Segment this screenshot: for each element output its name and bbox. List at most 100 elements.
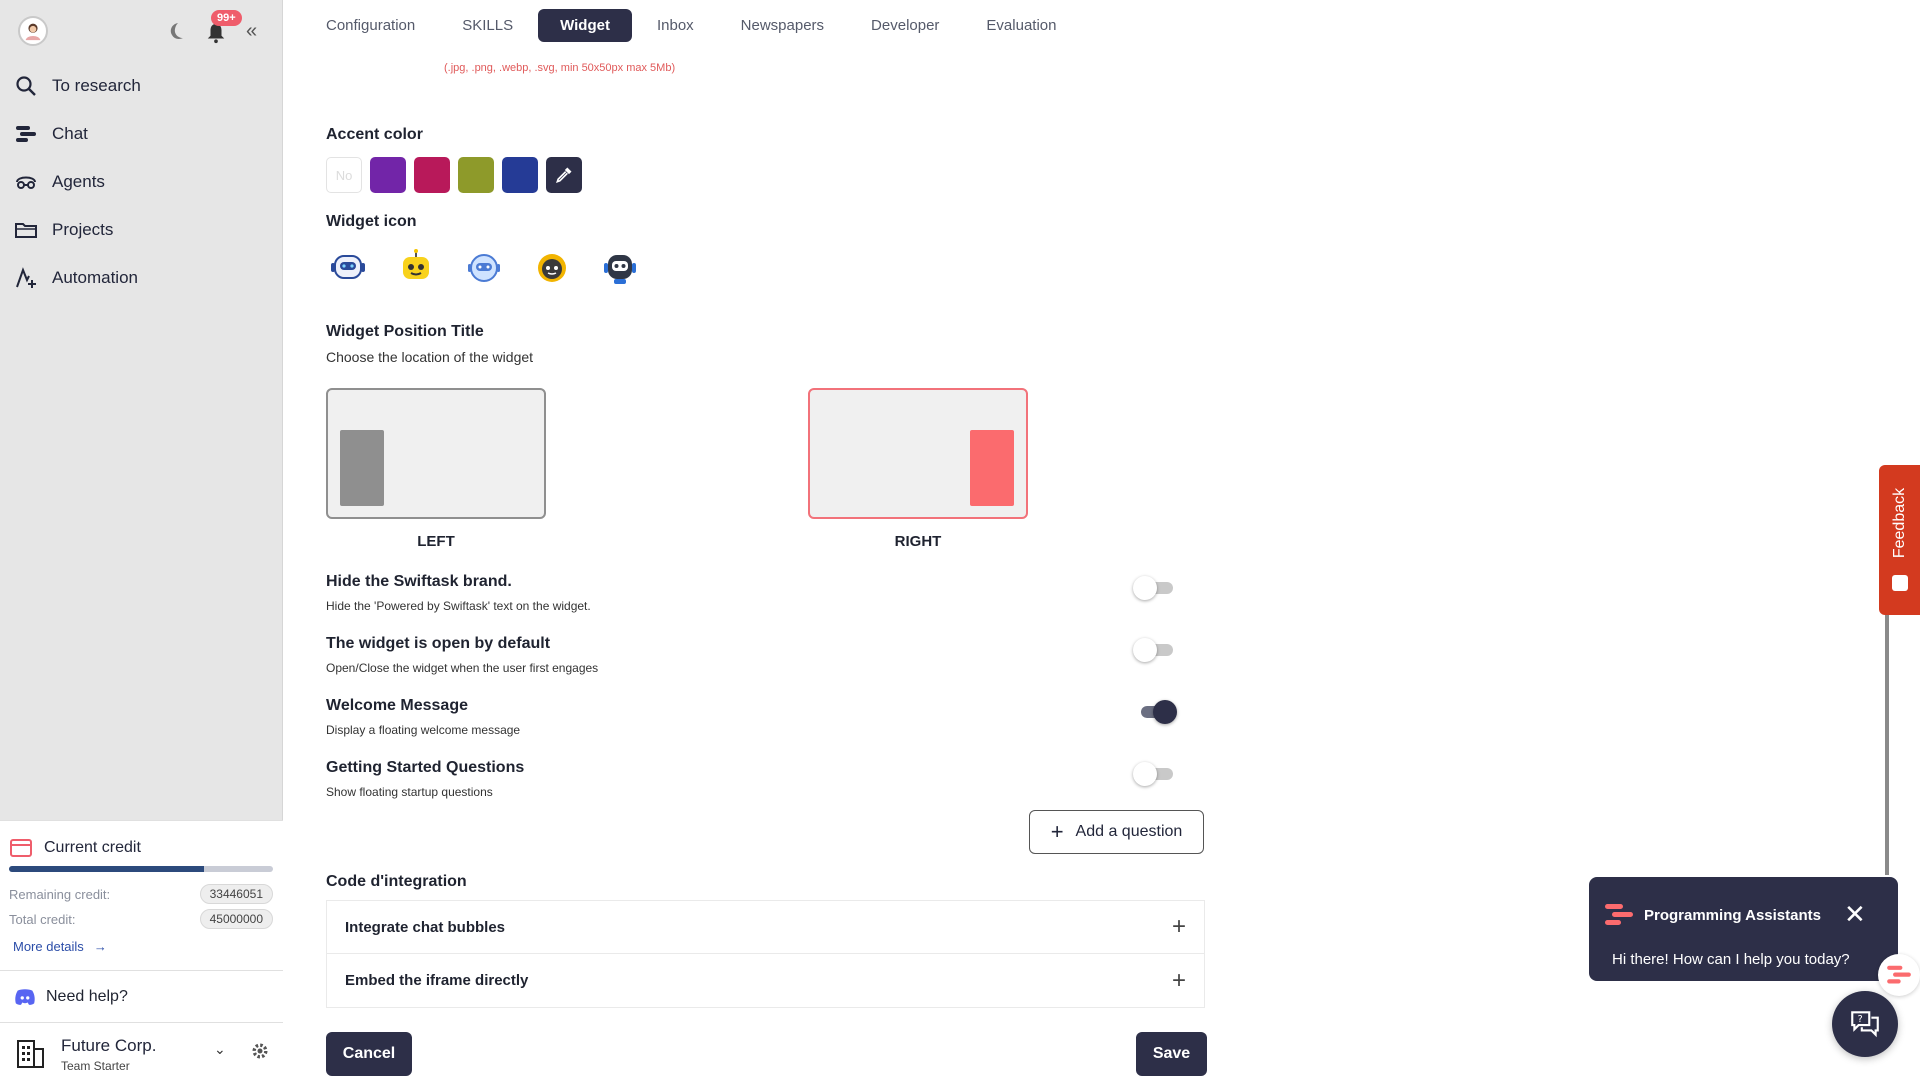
robot-gold-icon[interactable] [530,248,574,288]
automation-icon [16,267,36,288]
widget-icon-title: Widget icon [326,213,417,230]
swiftask-logo-icon [1887,965,1911,984]
position-left-option[interactable] [326,388,546,519]
sidebar-item-automation[interactable]: Automation [14,254,269,302]
robot-headset-icon[interactable] [326,248,370,288]
feedback-tab[interactable]: Feedback [1879,465,1920,615]
widget-position-title: Widget Position Title [326,323,484,340]
open-by-default-title: The widget is open by default [326,635,551,652]
chat-launcher-button[interactable]: ? [1832,991,1898,1057]
welcome-message-toggle[interactable] [1133,700,1177,724]
collapse-sidebar-icon[interactable]: « [246,20,257,43]
welcome-message-description: Display a floating welcome message [326,723,521,737]
hide-brand-toggle[interactable] [1133,576,1177,600]
need-help-link[interactable]: Need help? [0,970,283,1022]
tab-evaluation[interactable]: Evaluation [964,9,1078,42]
folder-icon [15,223,37,238]
sidebar-item-research[interactable]: To research [14,62,269,110]
feedback-icon [1892,575,1908,591]
accent-swatch-none[interactable]: No [326,157,362,193]
dark-mode-icon[interactable] [163,20,187,44]
sidebar-item-label: Chat [52,124,88,143]
chat-icon [16,126,36,142]
sidebar-item-chat[interactable]: Chat [14,110,269,158]
robot-yellow-icon[interactable] [394,248,438,288]
widget-position-subtitle: Choose the location of the widget [326,349,534,365]
eyedropper-icon [556,167,572,183]
position-right-option[interactable] [808,388,1028,519]
expand-plus-icon: + [1171,966,1186,994]
notification-badge: 99+ [211,10,242,26]
save-button[interactable]: Save [1136,1032,1207,1076]
accent-swatch-crimson[interactable] [414,157,450,193]
tab-developer[interactable]: Developer [849,9,961,42]
position-right-label: RIGHT [894,533,942,550]
sidebar-item-label: Projects [52,220,114,239]
tab-inbox[interactable]: Inbox [635,9,716,42]
accent-color-swatches: No [326,157,590,193]
color-picker-button[interactable] [546,157,582,193]
cancel-button[interactable]: Cancel [326,1032,412,1076]
tab-newspapers[interactable]: Newspapers [719,9,846,42]
total-credit-row: Total credit: 45000000 [9,909,273,929]
robot-dark-icon[interactable] [598,248,642,288]
sidebar-item-label: To research [52,76,141,95]
sidebar-nav: To research Chat Agents Projects Automat… [14,62,269,302]
discord-icon [15,988,35,1005]
sidebar-header: 99+ « [18,10,268,48]
robot-blue-icon[interactable] [462,248,506,288]
position-left-preview [340,430,384,506]
credit-progress-bar [9,866,273,872]
remaining-credit-row: Remaining credit: 33446051 [9,884,273,904]
expand-plus-icon: + [1171,913,1186,940]
user-avatar-icon [25,23,41,41]
user-avatar[interactable] [18,16,48,46]
accordion-item-iframe[interactable]: Embed the iframe directly + [327,954,1204,1007]
open-by-default-description: Open/Close the widget when the user firs… [326,661,599,675]
tab-skills[interactable]: SKILLS [440,9,535,42]
total-credit-value: 45000000 [199,909,273,929]
sidebar-item-label: Agents [52,172,105,191]
getting-started-toggle[interactable] [1133,762,1177,786]
chevron-down-icon[interactable]: ⌄ [214,1041,226,1058]
organization-switcher[interactable]: Future Corp. Team Starter ⌄ [0,1022,283,1080]
file-format-hint: (.jpg, .png, .webp, .svg, min 50x50px ma… [444,62,676,74]
swiftask-logo-icon [1605,904,1633,925]
credit-card-icon [10,839,32,857]
hide-brand-title: Hide the Swiftask brand. [326,573,512,590]
accordion-item-chat-bubbles[interactable]: Integrate chat bubbles + [327,901,1204,954]
sidebar-item-agents[interactable]: Agents [14,158,269,206]
add-question-button[interactable]: + Add a question [1029,810,1204,854]
integration-accordion: Integrate chat bubbles + Embed the ifram… [326,900,1205,1008]
accent-swatch-blue[interactable] [502,157,538,193]
organization-plan: Team Starter [61,1059,130,1073]
plus-icon: + [1050,819,1064,844]
credit-panel: Current credit Remaining credit: 3344605… [0,820,283,970]
position-right-preview [970,430,1014,506]
organization-name: Future Corp. [61,1036,157,1055]
position-left-label: LEFT [417,533,455,550]
getting-started-title: Getting Started Questions [326,759,525,776]
agents-icon [16,176,36,189]
sidebar-item-label: Automation [52,268,138,287]
search-icon [16,76,36,96]
remaining-credit-value: 33446051 [199,884,273,904]
accent-swatch-purple[interactable] [370,157,406,193]
scrollbar-track[interactable] [1885,615,1889,875]
accent-swatch-olive[interactable] [458,157,494,193]
svg-text:?: ? [1858,1014,1863,1025]
open-by-default-toggle[interactable] [1133,638,1177,662]
gear-icon[interactable] [250,1041,270,1061]
tab-widget[interactable]: Widget [538,9,632,42]
chat-logo-badge [1878,954,1920,996]
more-details-link[interactable]: More details → [13,939,107,954]
hide-brand-description: Hide the 'Powered by Swiftask' text on t… [326,599,591,613]
sidebar: 99+ « To research Chat Agents Projects A… [0,0,283,1080]
close-icon[interactable]: ✕ [1844,899,1866,930]
credit-title: Current credit [10,839,141,857]
integration-code-title: Code d'integration [326,873,467,890]
tab-configuration[interactable]: Configuration [326,9,437,42]
chat-popup-title: Programming Assistants [1644,907,1821,924]
sidebar-item-projects[interactable]: Projects [14,206,269,254]
building-icon [17,1040,44,1068]
